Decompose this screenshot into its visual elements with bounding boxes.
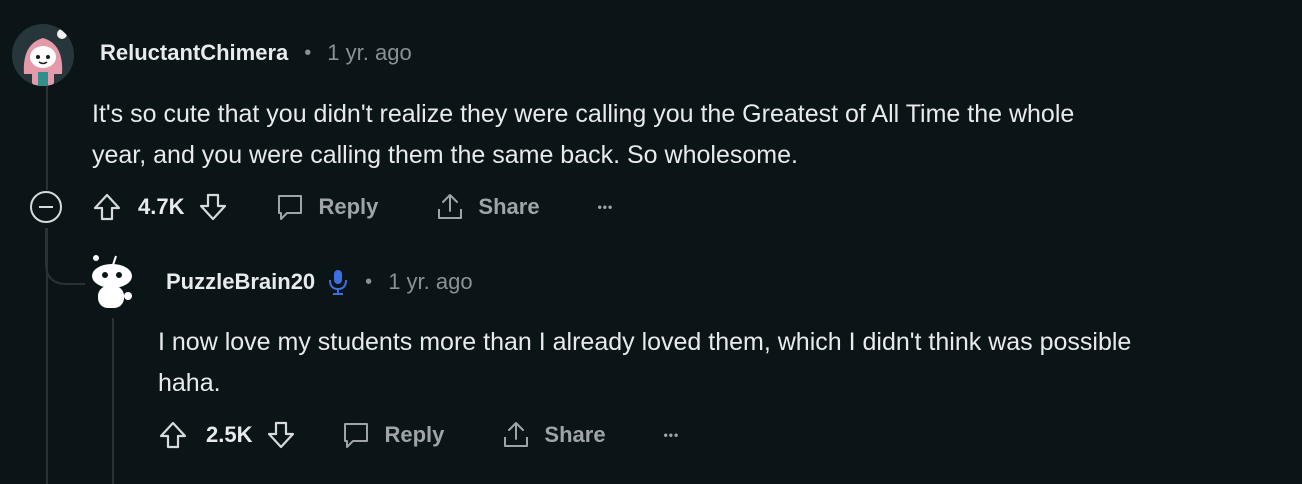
reply-button[interactable]: Reply — [340, 419, 444, 451]
collapse-button[interactable] — [30, 191, 62, 223]
timestamp[interactable]: 1 yr. ago — [388, 269, 472, 295]
timestamp[interactable]: 1 yr. ago — [327, 40, 411, 66]
snoo-avatar-icon — [92, 255, 132, 308]
share-icon — [438, 194, 463, 219]
speech-bubble-icon — [344, 423, 369, 448]
comment-body: I now love my students more than I alrea… — [158, 322, 1131, 404]
more-options-button[interactable]: ••• — [598, 200, 614, 214]
comment-meta: ReluctantChimera • 1 yr. ago — [100, 40, 412, 66]
vote-count: 4.7K — [138, 194, 185, 219]
upvote-button[interactable] — [158, 420, 188, 450]
share-label: Share — [544, 422, 606, 447]
microphone-icon — [327, 268, 349, 296]
reply-button[interactable]: Reply — [274, 191, 378, 223]
snoo-avatar-icon — [12, 24, 74, 86]
share-button[interactable]: Share — [500, 419, 606, 451]
upvote-button[interactable] — [92, 192, 122, 222]
arrow-down-icon — [268, 421, 295, 449]
comment-actions: 4.7K Reply Share ••• — [92, 187, 613, 227]
comment-body-line: haha. — [158, 369, 221, 397]
vote-count: 2.5K — [206, 422, 253, 447]
comment-body-line: I now love my students more than I alrea… — [158, 328, 1132, 356]
meta-separator: • — [365, 270, 373, 293]
thread-line-reply[interactable] — [112, 318, 114, 484]
share-icon — [504, 422, 529, 447]
reply-label: Reply — [318, 194, 379, 219]
downvote-button[interactable] — [266, 420, 296, 450]
arrow-up-icon — [159, 421, 187, 449]
reply-label: Reply — [384, 422, 445, 447]
comment-body: It's so cute that you didn't realize the… — [92, 94, 1074, 176]
comment-actions: 2.5K Reply Share ••• — [158, 415, 679, 455]
more-options-button[interactable]: ••• — [664, 428, 680, 442]
speech-bubble-icon — [278, 195, 303, 220]
share-button[interactable]: Share — [434, 191, 540, 223]
comment-body-line: It's so cute that you didn't realize the… — [92, 100, 1075, 128]
downvote-button[interactable] — [198, 192, 228, 222]
comment-meta: PuzzleBrain20 • 1 yr. ago — [166, 268, 473, 296]
avatar[interactable] — [82, 252, 142, 314]
arrow-down-icon — [200, 193, 227, 221]
username[interactable]: PuzzleBrain20 — [166, 269, 315, 295]
meta-separator: • — [304, 41, 312, 64]
arrow-up-icon — [93, 193, 121, 221]
minus-circle-icon — [39, 206, 53, 208]
comment-thread: ReluctantChimera • 1 yr. ago It's so cut… — [0, 0, 1302, 484]
thread-line-root[interactable] — [46, 86, 48, 190]
avatar[interactable] — [12, 24, 74, 86]
username[interactable]: ReluctantChimera — [100, 40, 288, 66]
share-label: Share — [478, 194, 540, 219]
comment-body-line: year, and you were calling them the same… — [92, 141, 798, 169]
